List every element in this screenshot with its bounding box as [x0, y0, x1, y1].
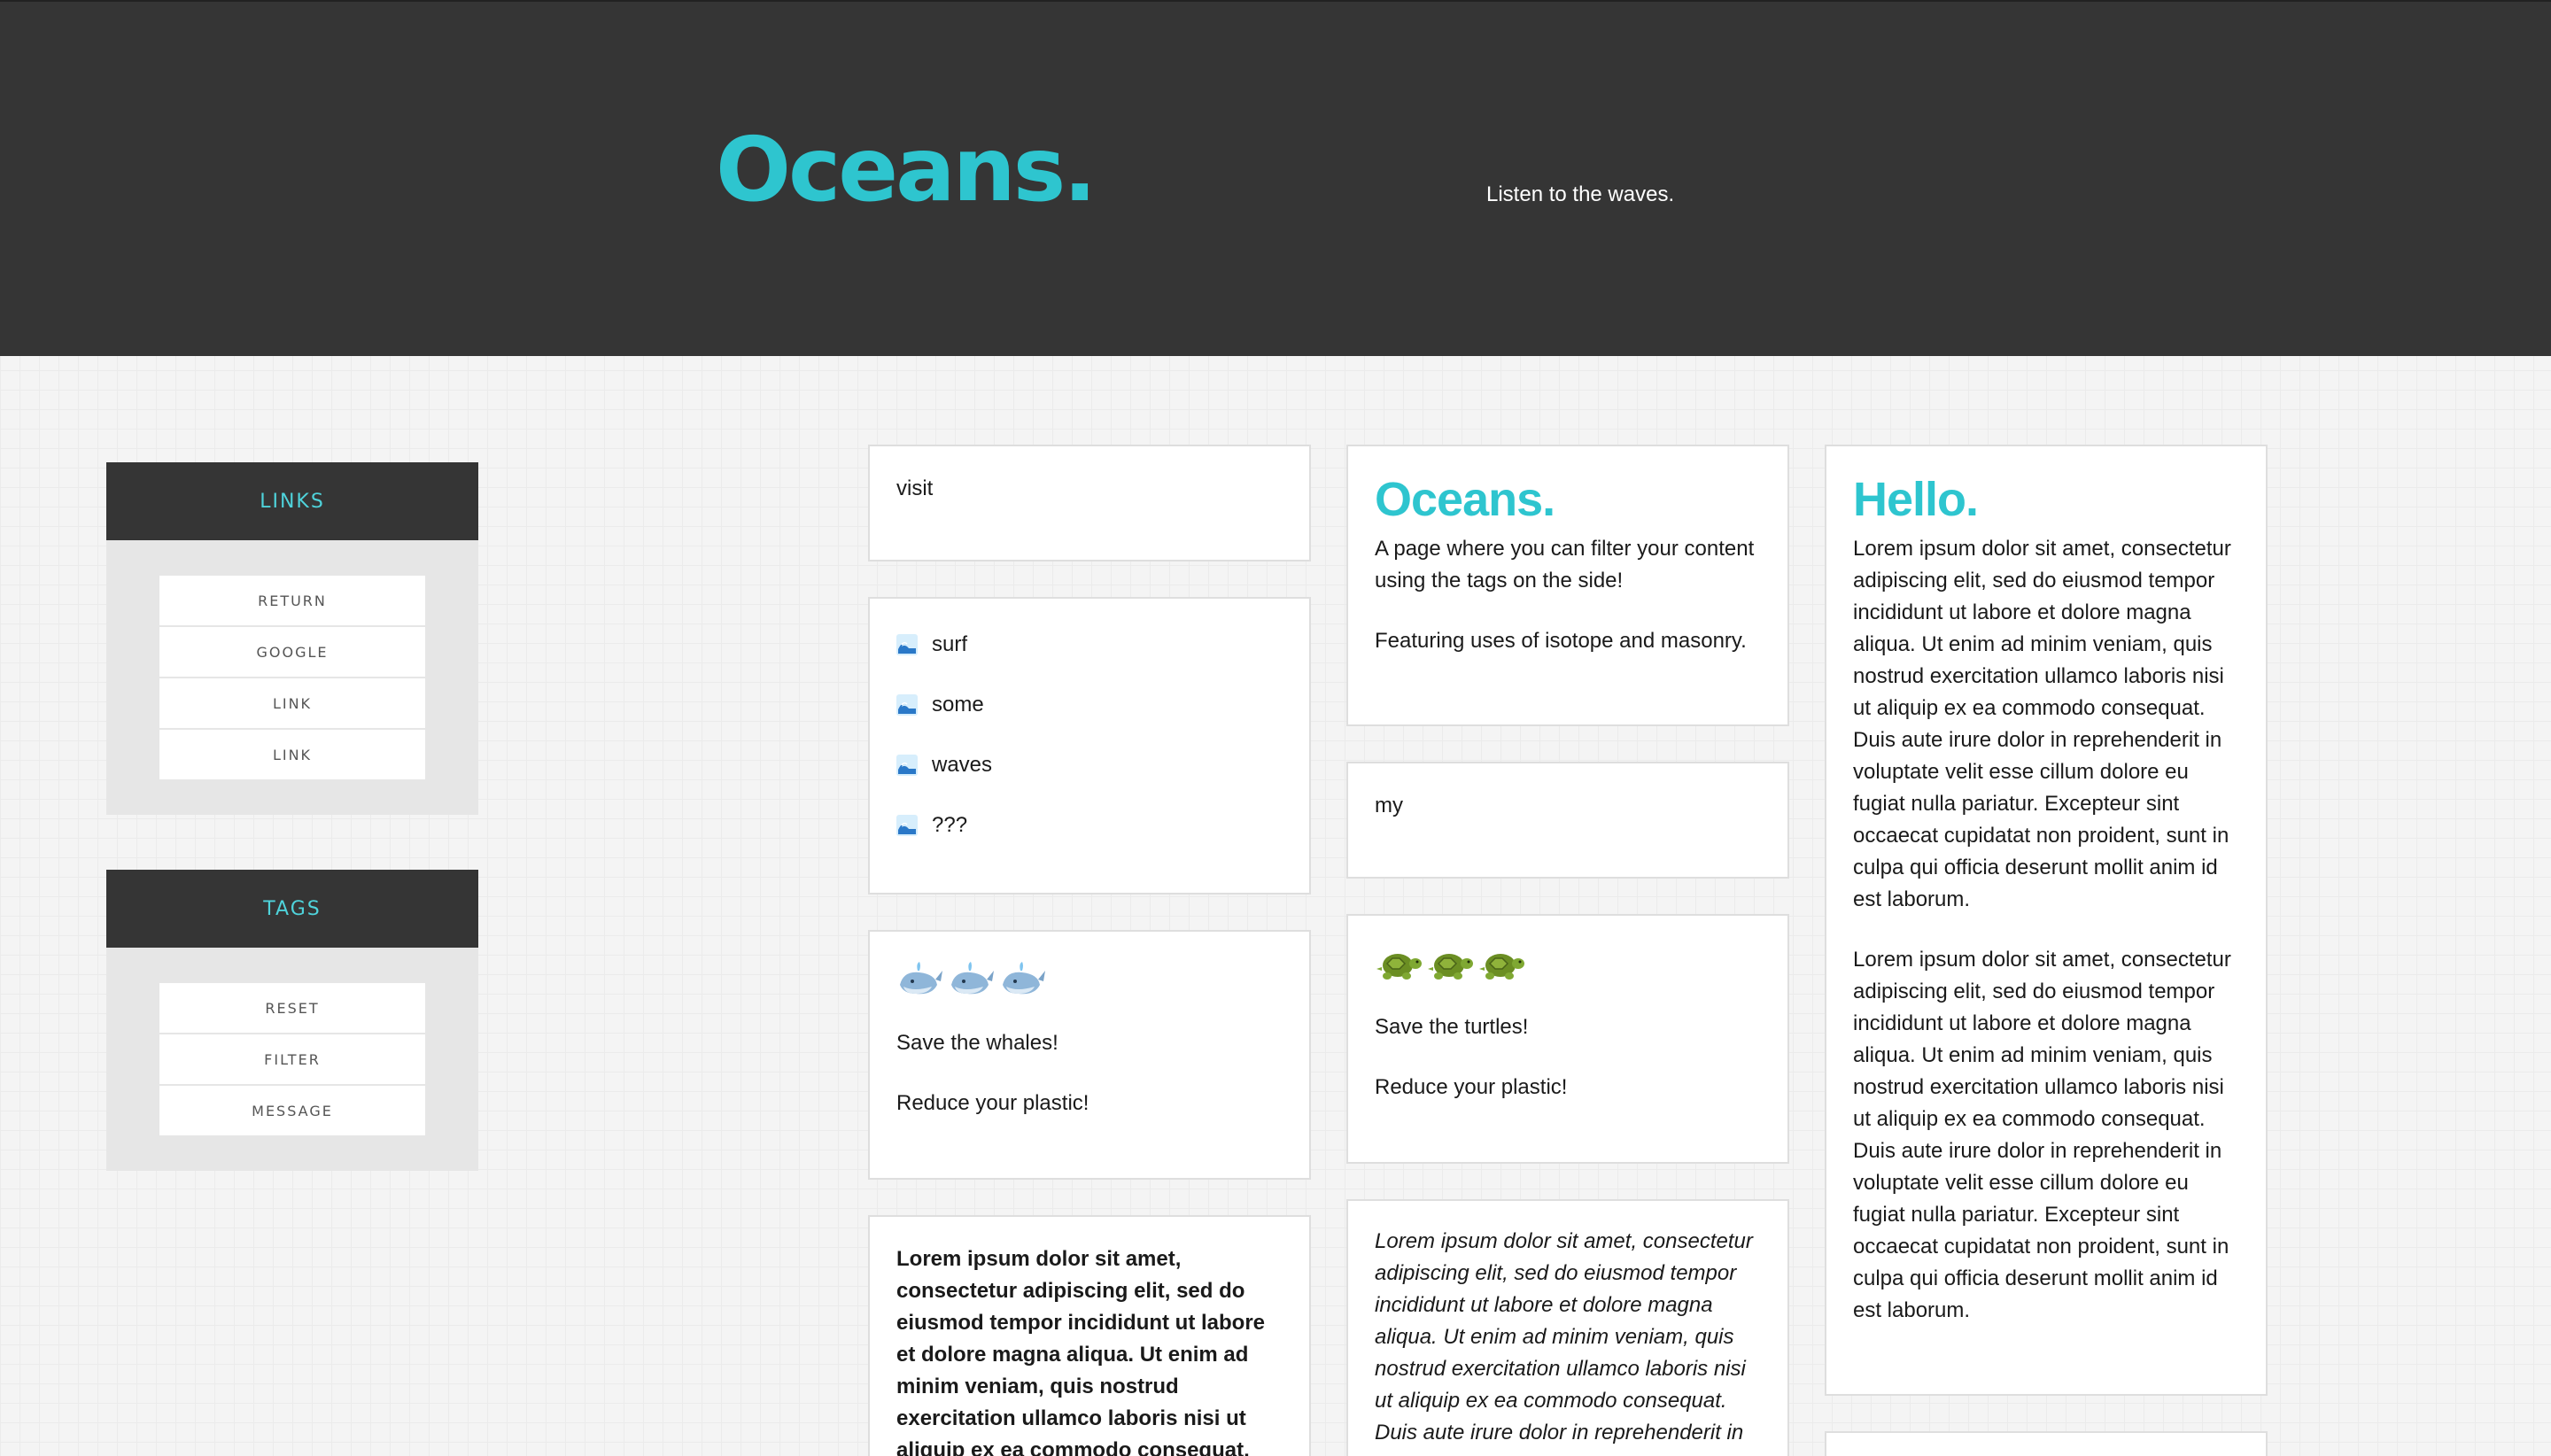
turtles-line-1: Save the turtles!	[1375, 1015, 1529, 1039]
wave-icon	[896, 755, 918, 776]
my-text: my	[1375, 794, 1403, 817]
wave-item-label: waves	[932, 753, 993, 777]
waves-card: surf some waves ???	[868, 597, 1311, 895]
wave-icon	[896, 694, 918, 716]
list-item: ???	[896, 809, 1283, 841]
whale-icon	[951, 962, 994, 995]
visit-card: visit	[868, 445, 1311, 561]
tags-panel-title: TAGS	[106, 870, 478, 948]
whale-icon	[900, 962, 942, 995]
waves-list: surf some waves ???	[896, 629, 1283, 841]
wave-item-label: ???	[932, 813, 968, 837]
wave-item-label: some	[932, 693, 984, 716]
tags-list: RESET FILTER MESSAGE	[106, 948, 478, 1171]
turtles-card: Save the turtles! Reduce your plastic!	[1346, 914, 1789, 1164]
wave-item-label: surf	[932, 632, 968, 656]
my-card: my	[1346, 762, 1789, 879]
turtle-emoji-row	[1375, 942, 1761, 985]
links-list: RETURN GOOGLE LINK LINK	[106, 540, 478, 815]
tags-panel: TAGS RESET FILTER MESSAGE	[106, 870, 478, 1171]
tag-message-button[interactable]: MESSAGE	[159, 1086, 425, 1135]
link-item-link-2[interactable]: LINK	[159, 730, 425, 779]
link-item-link-1[interactable]: LINK	[159, 678, 425, 730]
list-item: some	[896, 689, 1283, 721]
site-title: Oceans.	[716, 118, 1097, 221]
list-item: surf	[896, 629, 1283, 661]
link-item-return[interactable]: RETURN	[159, 576, 425, 627]
whale-icon	[1003, 962, 1045, 995]
oceans-description: A page where you can filter your content…	[1375, 537, 1755, 592]
bold-lorem-card: Lorem ipsum dolor sit amet, consectetur …	[868, 1215, 1311, 1456]
hello-paragraph-1: Lorem ipsum dolor sit amet, consectetur …	[1853, 537, 2231, 911]
whales-card: Save the whales! Reduce your plastic!	[868, 930, 1311, 1180]
turtle-icon	[1376, 954, 1422, 980]
hello-card-title: Hello.	[1853, 473, 1979, 526]
link-item-google[interactable]: GOOGLE	[159, 627, 425, 678]
list-item: waves	[896, 749, 1283, 781]
whales-line-1: Save the whales!	[896, 1031, 1058, 1055]
whales-line-2: Reduce your plastic!	[896, 1091, 1089, 1115]
hello-card: Hello. Lorem ipsum dolor sit amet, conse…	[1825, 445, 2268, 1396]
bold-lorem-text: Lorem ipsum dolor sit amet, consectetur …	[896, 1247, 1266, 1456]
visit-text: visit	[896, 476, 934, 500]
italic-lorem-text: Lorem ipsum dolor sit amet, consectetur …	[1375, 1229, 1753, 1444]
wave-icon	[896, 634, 918, 655]
site-tagline: Listen to the waves.	[1486, 182, 1675, 206]
hello-paragraph-2: Lorem ipsum dolor sit amet, consectetur …	[1853, 948, 2231, 1322]
oceans-card-title: Oceans.	[1375, 473, 1555, 526]
next-card	[1825, 1431, 2268, 1456]
links-panel: LINKS RETURN GOOGLE LINK LINK	[106, 462, 478, 815]
turtle-icon	[1479, 954, 1524, 980]
oceans-features: Featuring uses of isotope and masonry.	[1375, 629, 1747, 653]
links-panel-title: LINKS	[106, 462, 478, 540]
italic-lorem-card: Lorem ipsum dolor sit amet, consectetur …	[1346, 1199, 1789, 1456]
whale-emoji-row	[896, 958, 1283, 1001]
site-header: Oceans. Listen to the waves.	[0, 0, 2551, 356]
tag-reset-button[interactable]: RESET	[159, 983, 425, 1034]
turtle-icon	[1428, 954, 1473, 980]
tag-filter-button[interactable]: FILTER	[159, 1034, 425, 1086]
wave-icon	[896, 815, 918, 836]
turtles-line-2: Reduce your plastic!	[1375, 1075, 1568, 1099]
oceans-intro-card: Oceans. A page where you can filter your…	[1346, 445, 1789, 726]
